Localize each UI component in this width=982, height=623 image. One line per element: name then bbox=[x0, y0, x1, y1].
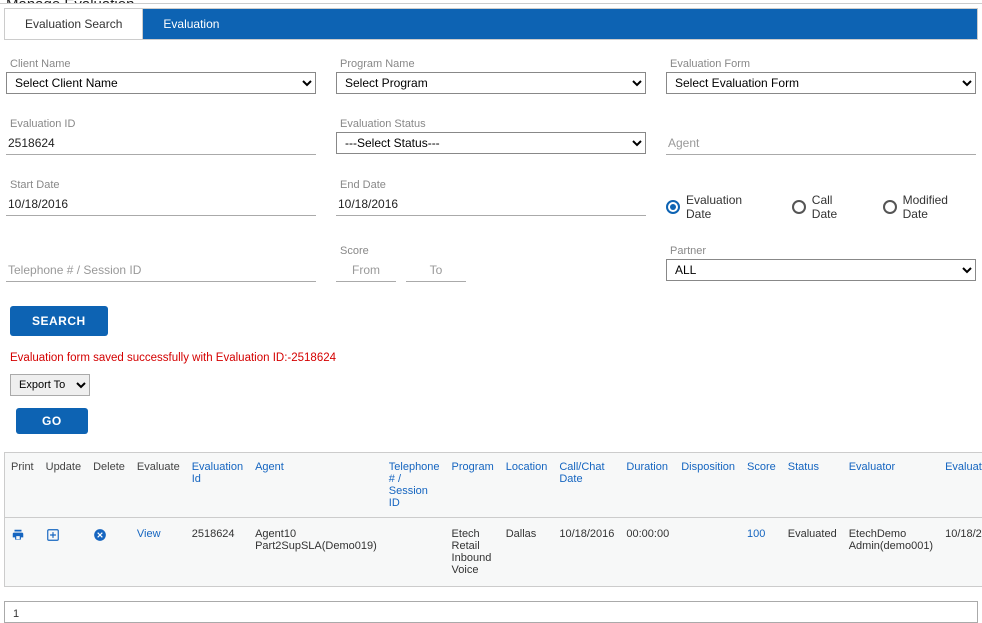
th-delete: Delete bbox=[87, 453, 131, 518]
th-status[interactable]: Status bbox=[782, 453, 843, 518]
score-from-input[interactable] bbox=[336, 259, 396, 282]
search-form: Client Name Select Client Name Program N… bbox=[0, 40, 982, 452]
partner-select[interactable]: ALL bbox=[666, 259, 976, 281]
label-score: Score bbox=[340, 245, 646, 257]
start-date-input[interactable] bbox=[6, 193, 316, 216]
cell-location: Dallas bbox=[500, 518, 554, 587]
th-evaluation-id[interactable]: Evaluation Id bbox=[186, 453, 249, 518]
radio-modified-date[interactable]: Modified Date bbox=[883, 193, 976, 221]
radio-label: Modified Date bbox=[903, 193, 976, 221]
label-end-date: End Date bbox=[340, 179, 646, 191]
label-evaluation-form: Evaluation Form bbox=[670, 58, 976, 70]
program-name-select[interactable]: Select Program bbox=[336, 72, 646, 94]
score-to-input[interactable] bbox=[406, 259, 466, 282]
th-agent[interactable]: Agent bbox=[249, 453, 383, 518]
tab-evaluation-search[interactable]: Evaluation Search bbox=[5, 9, 143, 39]
cell-agent: Agent10 Part2SupSLA(Demo019) bbox=[249, 518, 383, 587]
radio-label: Evaluation Date bbox=[686, 193, 770, 221]
client-name-select[interactable]: Select Client Name bbox=[6, 72, 316, 94]
th-score[interactable]: Score bbox=[741, 453, 782, 518]
cell-duration: 00:00:00 bbox=[620, 518, 675, 587]
tab-bar: Evaluation Search Evaluation bbox=[4, 8, 978, 40]
cell-disposition bbox=[675, 518, 741, 587]
label-telephone-session bbox=[10, 245, 316, 257]
search-button[interactable]: SEARCH bbox=[10, 306, 108, 336]
evaluate-link[interactable]: View bbox=[131, 518, 186, 587]
update-icon[interactable] bbox=[46, 528, 60, 542]
th-print: Print bbox=[5, 453, 40, 518]
cell-evaluation-id: 2518624 bbox=[186, 518, 249, 587]
label-agent bbox=[670, 118, 976, 130]
th-evaluate: Evaluate bbox=[131, 453, 186, 518]
export-to-select[interactable]: Export To bbox=[10, 374, 90, 396]
cell-telephone-session bbox=[383, 518, 446, 587]
th-duration[interactable]: Duration bbox=[620, 453, 675, 518]
cell-evaluation-date: 10/18/2016 bbox=[939, 518, 982, 587]
th-program[interactable]: Program bbox=[446, 453, 500, 518]
cell-program: Etech Retail Inbound Voice bbox=[446, 518, 500, 587]
evaluation-form-select[interactable]: Select Evaluation Form bbox=[666, 72, 976, 94]
th-disposition[interactable]: Disposition bbox=[675, 453, 741, 518]
th-evaluation-date[interactable]: EvaluationDate bbox=[939, 453, 982, 518]
go-button[interactable]: GO bbox=[16, 408, 88, 434]
table-row: View 2518624 Agent10 Part2SupSLA(Demo019… bbox=[5, 518, 982, 587]
cell-score: 100 bbox=[741, 518, 782, 587]
date-type-radio-group: Evaluation Date Call Date Modified Date bbox=[666, 179, 976, 221]
label-partner: Partner bbox=[670, 245, 976, 257]
radio-dot-icon bbox=[792, 200, 806, 214]
agent-input[interactable] bbox=[666, 132, 976, 155]
radio-dot-icon bbox=[883, 200, 897, 214]
results-table: Print Update Delete Evaluate Evaluation … bbox=[4, 452, 982, 587]
cell-status: Evaluated bbox=[782, 518, 843, 587]
label-start-date: Start Date bbox=[10, 179, 316, 191]
telephone-session-input[interactable] bbox=[6, 259, 316, 282]
label-evaluation-status: Evaluation Status bbox=[340, 118, 646, 130]
th-location[interactable]: Location bbox=[500, 453, 554, 518]
radio-dot-icon bbox=[666, 200, 680, 214]
page-title: Manage Evaluation bbox=[0, 0, 982, 4]
th-call-chat-date[interactable]: Call/Chat Date bbox=[553, 453, 620, 518]
tab-evaluation[interactable]: Evaluation bbox=[143, 9, 239, 39]
radio-label: Call Date bbox=[812, 193, 861, 221]
success-message: Evaluation form saved successfully with … bbox=[10, 352, 976, 364]
end-date-input[interactable] bbox=[336, 193, 646, 216]
evaluation-id-input[interactable] bbox=[6, 132, 316, 155]
radio-call-date[interactable]: Call Date bbox=[792, 193, 861, 221]
delete-icon[interactable] bbox=[93, 528, 107, 542]
cell-call-chat-date: 10/18/2016 bbox=[553, 518, 620, 587]
evaluation-status-select[interactable]: ---Select Status--- bbox=[336, 132, 646, 154]
cell-evaluator: EtechDemo Admin(demo001) bbox=[843, 518, 939, 587]
label-client-name: Client Name bbox=[10, 58, 316, 70]
th-telephone-session[interactable]: Telephone # / Session ID bbox=[383, 453, 446, 518]
th-update: Update bbox=[40, 453, 87, 518]
print-icon[interactable] bbox=[11, 528, 25, 542]
pagination[interactable]: 1 bbox=[4, 601, 978, 623]
label-program-name: Program Name bbox=[340, 58, 646, 70]
radio-evaluation-date[interactable]: Evaluation Date bbox=[666, 193, 770, 221]
th-evaluator[interactable]: Evaluator bbox=[843, 453, 939, 518]
label-evaluation-id: Evaluation ID bbox=[10, 118, 316, 130]
